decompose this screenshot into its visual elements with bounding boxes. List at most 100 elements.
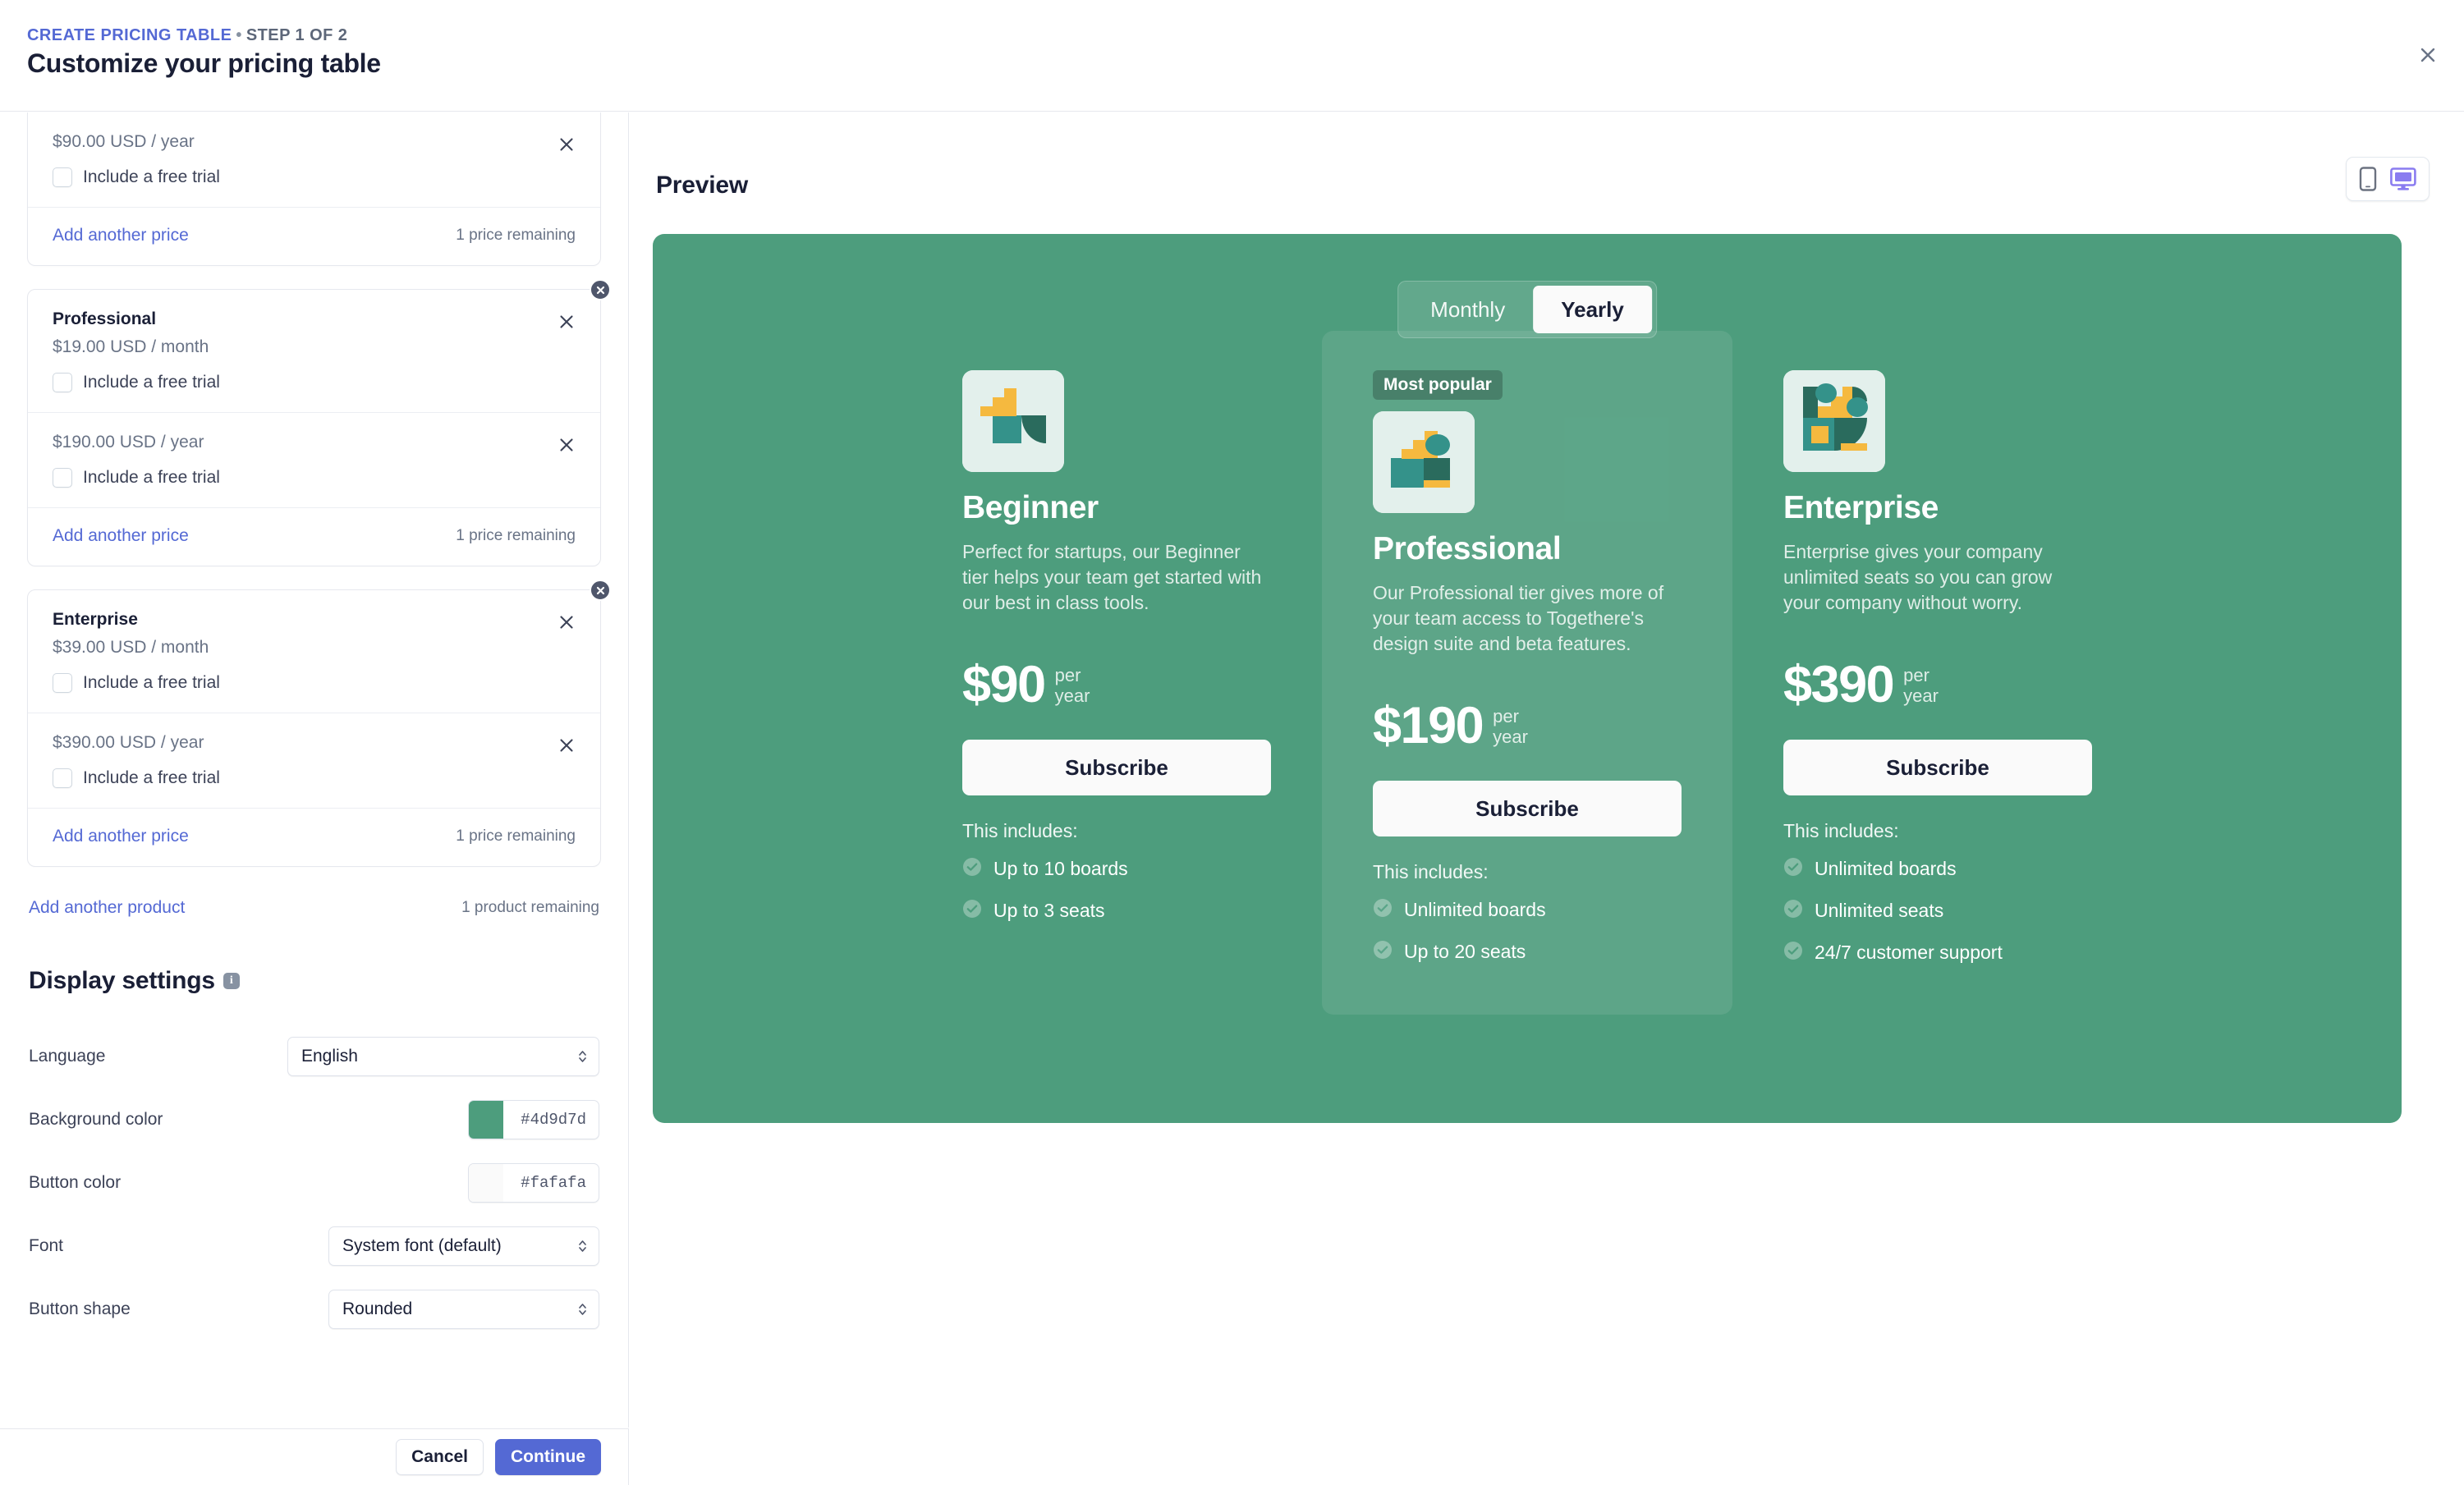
price-row: Enterprise $39.00 USD / month Include a … xyxy=(28,590,600,713)
subscribe-button[interactable]: Subscribe xyxy=(1373,781,1682,837)
device-desktop-button[interactable] xyxy=(2390,167,2416,191)
add-price-row: Add another price 1 price remaining xyxy=(28,507,600,566)
product-name: Professional xyxy=(53,309,157,329)
feature-list: Unlimited boards Unlimited seats 24/7 cu… xyxy=(1783,857,2092,965)
tier-card-enterprise: Enterprise Enterprise gives your company… xyxy=(1732,370,2143,983)
free-trial-label: Include a free trial xyxy=(83,167,220,187)
per-line-1: per xyxy=(1903,665,1929,686)
feature-label: Unlimited seats xyxy=(1815,900,1944,922)
free-trial-checkbox[interactable] xyxy=(53,167,72,188)
background-color-picker[interactable]: #4d9d7d xyxy=(468,1099,599,1139)
page-title: Customize your pricing table xyxy=(27,48,381,78)
button-color-value[interactable]: #fafafa xyxy=(503,1174,599,1192)
button-shape-setting-row: Button shape Rounded xyxy=(29,1277,599,1341)
free-trial-option[interactable]: Include a free trial xyxy=(53,372,576,392)
cancel-button[interactable]: Cancel xyxy=(396,1439,484,1475)
add-price-row: Add another price 1 price remaining xyxy=(28,808,600,866)
add-another-price-button[interactable]: Add another price xyxy=(53,827,189,846)
subscribe-button[interactable]: Subscribe xyxy=(1783,740,2092,796)
per-line-1: per xyxy=(1493,706,1519,727)
font-label: Font xyxy=(29,1235,64,1255)
per-line-1: per xyxy=(1054,665,1081,686)
modal-header: CREATE PRICING TABLE • STEP 1 OF 2 Customi… xyxy=(0,0,2464,112)
chevron-updown-icon xyxy=(577,1048,588,1065)
product-remaining-note: 1 product remaining xyxy=(461,899,599,917)
remove-price-button[interactable] xyxy=(553,731,580,759)
check-circle-icon xyxy=(1373,898,1393,922)
feature-label: Up to 10 boards xyxy=(993,858,1128,880)
free-trial-checkbox[interactable] xyxy=(53,768,72,789)
check-circle-icon xyxy=(1373,940,1393,964)
button-color-picker[interactable]: #fafafa xyxy=(468,1162,599,1203)
tier-price-period: per year xyxy=(1055,661,1090,706)
free-trial-checkbox[interactable] xyxy=(53,468,72,488)
remove-price-button[interactable] xyxy=(553,308,580,336)
tier-name: Professional xyxy=(1373,531,1562,566)
language-value: English xyxy=(301,1046,358,1066)
feature-label: Unlimited boards xyxy=(1815,858,1957,880)
tier-price-period: per year xyxy=(1903,661,1939,706)
device-mobile-button[interactable] xyxy=(2359,167,2377,191)
tier-price-block: $190 per year xyxy=(1373,700,1682,752)
display-settings-section: Display settings i Language English Back… xyxy=(27,967,601,1341)
includes-label: This includes: xyxy=(1373,861,1489,883)
tier-card-professional: Most popular Professional Our Profession… xyxy=(1322,331,1732,1015)
tier-cards: Beginner Perfect for startups, our Begin… xyxy=(653,234,2402,1123)
button-shape-label: Button shape xyxy=(29,1299,131,1318)
info-icon[interactable]: i xyxy=(223,973,240,990)
breadcrumb-link[interactable]: CREATE PRICING TABLE xyxy=(27,26,232,44)
check-circle-icon xyxy=(1783,857,1803,881)
close-modal-button[interactable] xyxy=(2410,37,2446,73)
free-trial-checkbox[interactable] xyxy=(53,672,72,693)
free-trial-option[interactable]: Include a free trial xyxy=(53,768,576,789)
remove-product-button[interactable] xyxy=(590,580,611,602)
language-setting-row: Language English xyxy=(29,1024,599,1088)
remove-price-button[interactable] xyxy=(553,131,580,158)
button-color-swatch[interactable] xyxy=(469,1163,503,1202)
free-trial-option[interactable]: Include a free trial xyxy=(53,468,576,488)
button-color-setting-row: Button color #fafafa xyxy=(29,1151,599,1214)
free-trial-option[interactable]: Include a free trial xyxy=(53,167,576,188)
check-circle-icon xyxy=(1783,899,1803,923)
add-another-price-button[interactable]: Add another price xyxy=(53,226,189,245)
language-select[interactable]: English xyxy=(287,1036,599,1076)
remove-product-button[interactable] xyxy=(590,279,611,301)
button-shape-value: Rounded xyxy=(342,1299,413,1318)
free-trial-option[interactable]: Include a free trial xyxy=(53,672,576,693)
includes-label: This includes: xyxy=(962,820,1078,842)
tier-description: Enterprise gives your company unlimited … xyxy=(1783,541,2053,613)
close-icon xyxy=(557,613,576,631)
add-another-price-button[interactable]: Add another price xyxy=(53,526,189,546)
settings-scroll-area[interactable]: $90.00 USD / year Include a free trial A… xyxy=(0,112,628,1341)
feature-item: Up to 10 boards xyxy=(962,857,1271,881)
tier-card-beginner: Beginner Perfect for startups, our Begin… xyxy=(911,370,1322,941)
button-shape-select[interactable]: Rounded xyxy=(328,1289,599,1329)
tier-price: $90 xyxy=(962,656,1046,714)
free-trial-checkbox[interactable] xyxy=(53,372,72,392)
tier-name: Beginner xyxy=(962,490,1099,525)
feature-item: Unlimited boards xyxy=(1783,857,2092,881)
subscribe-button[interactable]: Subscribe xyxy=(962,740,1271,796)
font-select[interactable]: System font (default) xyxy=(328,1226,599,1266)
feature-item: 24/7 customer support xyxy=(1783,941,2092,965)
add-another-product-button[interactable]: Add another product xyxy=(29,898,185,918)
close-icon xyxy=(557,436,576,454)
remove-price-button[interactable] xyxy=(553,431,580,459)
feature-item: Up to 3 seats xyxy=(962,899,1271,923)
free-trial-label: Include a free trial xyxy=(83,468,220,488)
price-label: $90.00 USD / year xyxy=(53,132,195,151)
remove-price-button[interactable] xyxy=(553,608,580,636)
price-row: $390.00 USD / year Include a free trial xyxy=(28,712,600,808)
tier-description: Perfect for startups, our Beginner tier … xyxy=(962,541,1262,613)
chevron-updown-icon xyxy=(577,1238,588,1254)
modal-footer: Cancel Continue xyxy=(0,1428,629,1485)
desktop-icon xyxy=(2390,167,2416,191)
continue-button[interactable]: Continue xyxy=(495,1439,601,1475)
most-popular-badge: Most popular xyxy=(1373,370,1503,400)
background-color-swatch[interactable] xyxy=(469,1100,503,1139)
free-trial-label: Include a free trial xyxy=(83,372,220,392)
free-trial-label: Include a free trial xyxy=(83,768,220,788)
free-trial-label: Include a free trial xyxy=(83,672,220,692)
background-color-value[interactable]: #4d9d7d xyxy=(503,1111,599,1129)
tier-icon-enterprise xyxy=(1783,370,1885,472)
